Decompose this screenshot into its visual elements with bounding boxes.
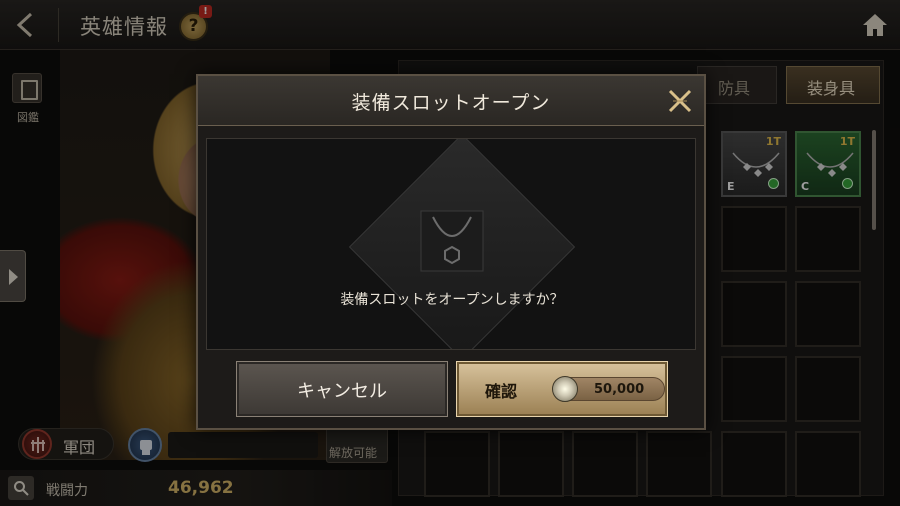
close-icon: [668, 89, 692, 113]
cost-pill: 50,000: [552, 376, 665, 402]
dialog-body: 装備スロットをオープンしますか？: [206, 138, 696, 350]
cancel-label: キャンセル: [297, 381, 387, 402]
cancel-button[interactable]: キャンセル: [236, 361, 448, 417]
slot-open-dialog: 装備スロットオープン 装備スロットをオープンしますか？ キャンセル 確認 50,…: [196, 74, 706, 430]
dialog-header: 装備スロットオープン: [198, 76, 704, 126]
confirm-button[interactable]: 確認 50,000: [456, 361, 668, 417]
dialog-message: 装備スロットをオープンしますか？: [340, 292, 564, 308]
necklace-slot-icon: [420, 210, 484, 272]
close-button[interactable]: [664, 85, 696, 117]
confirm-label: 確認: [485, 382, 518, 401]
silver-coin-icon: [552, 376, 578, 402]
dialog-title: 装備スロットオープン: [351, 92, 551, 114]
cost-value: 50,000: [594, 382, 645, 397]
